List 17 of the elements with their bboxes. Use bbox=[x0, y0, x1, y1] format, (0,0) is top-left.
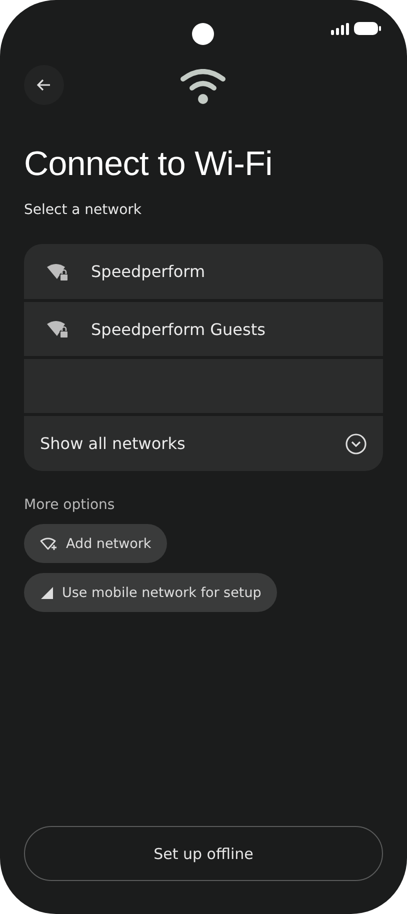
battery-icon bbox=[354, 22, 381, 35]
page-title: Connect to Wi-Fi bbox=[24, 145, 274, 184]
add-network-button[interactable]: Add network bbox=[24, 524, 168, 563]
section-label: More options bbox=[24, 497, 116, 513]
signal-icon bbox=[331, 22, 349, 34]
network-item[interactable]: Speedperform Guests bbox=[24, 302, 383, 356]
set-up-offline-button[interactable]: Set up offline bbox=[24, 826, 383, 881]
network-item[interactable]: Speedperform bbox=[24, 244, 383, 299]
back-button[interactable] bbox=[24, 65, 64, 105]
wifi-add-icon bbox=[40, 536, 58, 550]
subtitle: Select a network bbox=[24, 202, 143, 218]
camera-dot bbox=[192, 23, 214, 45]
signal-icon bbox=[40, 586, 54, 600]
show-all-networks-row[interactable]: Show all networks bbox=[24, 416, 383, 471]
back-arrow-icon bbox=[36, 77, 52, 93]
mobile-network-button[interactable]: Use mobile network for setup bbox=[24, 573, 278, 612]
wifi-icon bbox=[180, 69, 226, 105]
